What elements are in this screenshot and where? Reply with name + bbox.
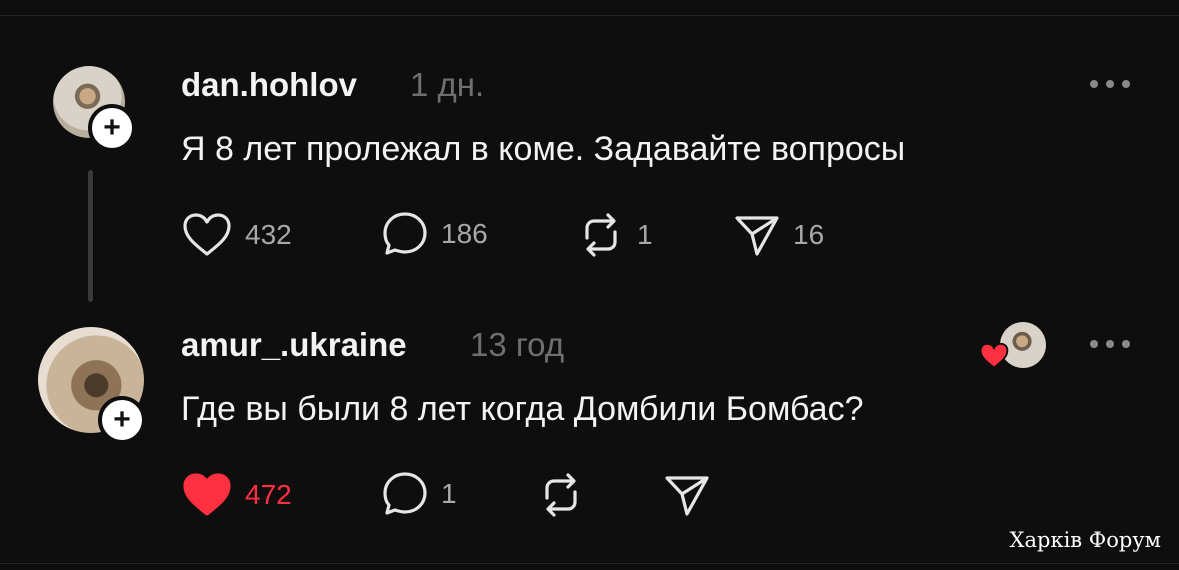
post-text: Я 8 лет пролежал в коме. Задавайте вопро… — [181, 130, 906, 168]
repost-count: 1 — [637, 219, 653, 250]
repost-button[interactable] — [537, 472, 585, 518]
follow-plus-icon[interactable]: + — [98, 396, 146, 444]
share-icon — [735, 216, 779, 256]
repost-icon — [585, 213, 617, 257]
post-text: Где вы были 8 лет когда Домбили Бомбас? — [181, 390, 864, 428]
follow-plus-icon[interactable]: + — [88, 104, 136, 152]
like-count: 472 — [245, 479, 292, 510]
comment-button[interactable]: 186 — [381, 210, 488, 258]
comment-button[interactable]: 1 — [381, 470, 457, 518]
like-button[interactable]: 432 — [181, 212, 292, 258]
post-time: 1 дн. — [410, 66, 485, 103]
share-button[interactable] — [663, 472, 711, 518]
username[interactable]: amur_.ukraine — [181, 326, 407, 364]
comment-count: 1 — [441, 478, 457, 509]
comment-count: 186 — [441, 218, 488, 249]
more-icon[interactable] — [1090, 338, 1130, 350]
heart-icon — [183, 213, 231, 256]
bottom-divider — [0, 563, 1179, 564]
top-divider — [0, 15, 1179, 16]
like-count: 432 — [245, 219, 292, 250]
comment-icon — [383, 212, 427, 255]
username[interactable]: dan.hohlov — [181, 66, 357, 104]
post-time: 13 год — [470, 326, 565, 363]
share-button[interactable]: 16 — [733, 212, 824, 258]
watermark: Харків Форум — [1009, 528, 1161, 552]
comment-icon — [383, 472, 427, 515]
like-button[interactable]: 472 — [181, 472, 292, 518]
repost-icon — [545, 473, 577, 517]
share-count: 16 — [793, 219, 825, 250]
heart-icon — [979, 342, 1009, 369]
repost-button[interactable]: 1 — [577, 212, 653, 258]
share-icon — [665, 476, 709, 516]
more-icon[interactable] — [1090, 78, 1130, 90]
liked-by-author — [978, 322, 1050, 372]
heart-icon — [183, 473, 231, 516]
thread-line — [88, 170, 93, 302]
